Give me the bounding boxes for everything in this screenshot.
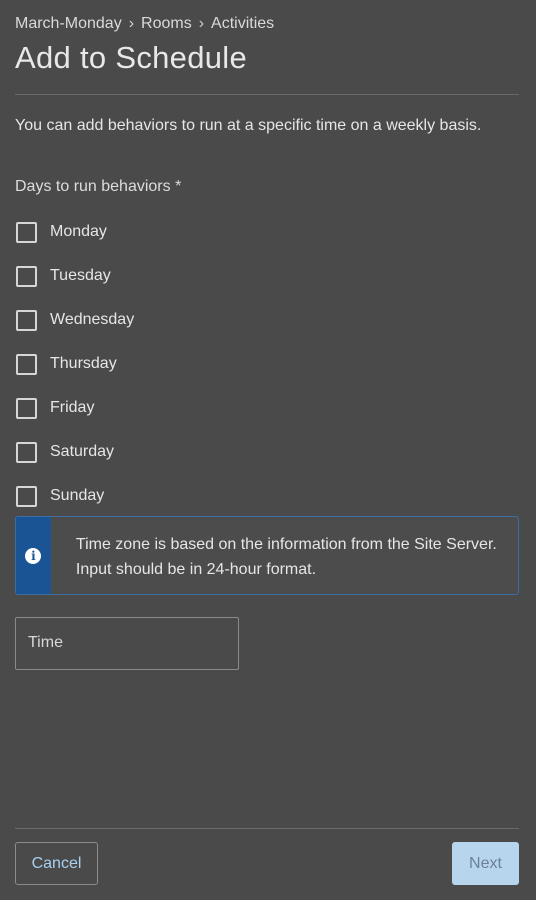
day-label: Wednesday: [50, 311, 135, 328]
day-label: Saturday: [50, 443, 115, 460]
day-option-monday[interactable]: Monday: [15, 210, 134, 254]
checkbox[interactable]: [16, 397, 37, 419]
description-text: You can add behaviors to run at a specif…: [15, 117, 482, 134]
info-banner: i Time zone is based on the information …: [15, 516, 519, 595]
info-banner-text: Time zone is based on the information fr…: [75, 536, 497, 578]
day-option-thursday[interactable]: Thursday: [15, 342, 134, 386]
info-banner-strip: i: [16, 517, 51, 594]
day-option-saturday[interactable]: Saturday: [15, 430, 134, 474]
day-option-wednesday[interactable]: Wednesday: [15, 298, 134, 342]
checkbox[interactable]: [16, 265, 37, 287]
day-label: Friday: [50, 399, 95, 416]
footer-divider: [15, 828, 519, 829]
checkbox[interactable]: [16, 441, 37, 463]
page-title: Add to Schedule: [15, 40, 248, 75]
day-option-friday[interactable]: Friday: [15, 386, 134, 430]
breadcrumb: March-Monday › Rooms › Activities: [15, 15, 274, 33]
breadcrumb-separator: ›: [128, 15, 135, 32]
breadcrumb-item-rooms[interactable]: Rooms: [141, 15, 192, 33]
day-option-tuesday[interactable]: Tuesday: [15, 254, 134, 298]
breadcrumb-separator: ›: [198, 15, 205, 32]
time-input[interactable]: Time: [15, 617, 239, 670]
checkbox[interactable]: [16, 309, 37, 331]
days-field-label: Days to run behaviors *: [15, 178, 182, 195]
day-option-sunday[interactable]: Sunday: [15, 474, 134, 518]
day-label: Thursday: [50, 355, 117, 372]
info-icon: i: [25, 547, 42, 564]
days-checkbox-group: Monday Tuesday Wednesday Thursday Friday…: [15, 210, 134, 518]
breadcrumb-item-activities[interactable]: Activities: [211, 15, 274, 33]
title-divider: [15, 94, 519, 95]
day-label: Tuesday: [50, 267, 111, 284]
checkbox[interactable]: [16, 221, 37, 243]
breadcrumb-item-march-monday[interactable]: March-Monday: [15, 15, 122, 33]
cancel-button[interactable]: Cancel: [15, 842, 98, 885]
time-input-label: Time: [28, 634, 63, 651]
checkbox[interactable]: [16, 353, 37, 375]
checkbox[interactable]: [16, 485, 37, 507]
day-label: Monday: [50, 223, 107, 240]
next-button[interactable]: Next: [452, 842, 519, 885]
day-label: Sunday: [50, 487, 105, 504]
